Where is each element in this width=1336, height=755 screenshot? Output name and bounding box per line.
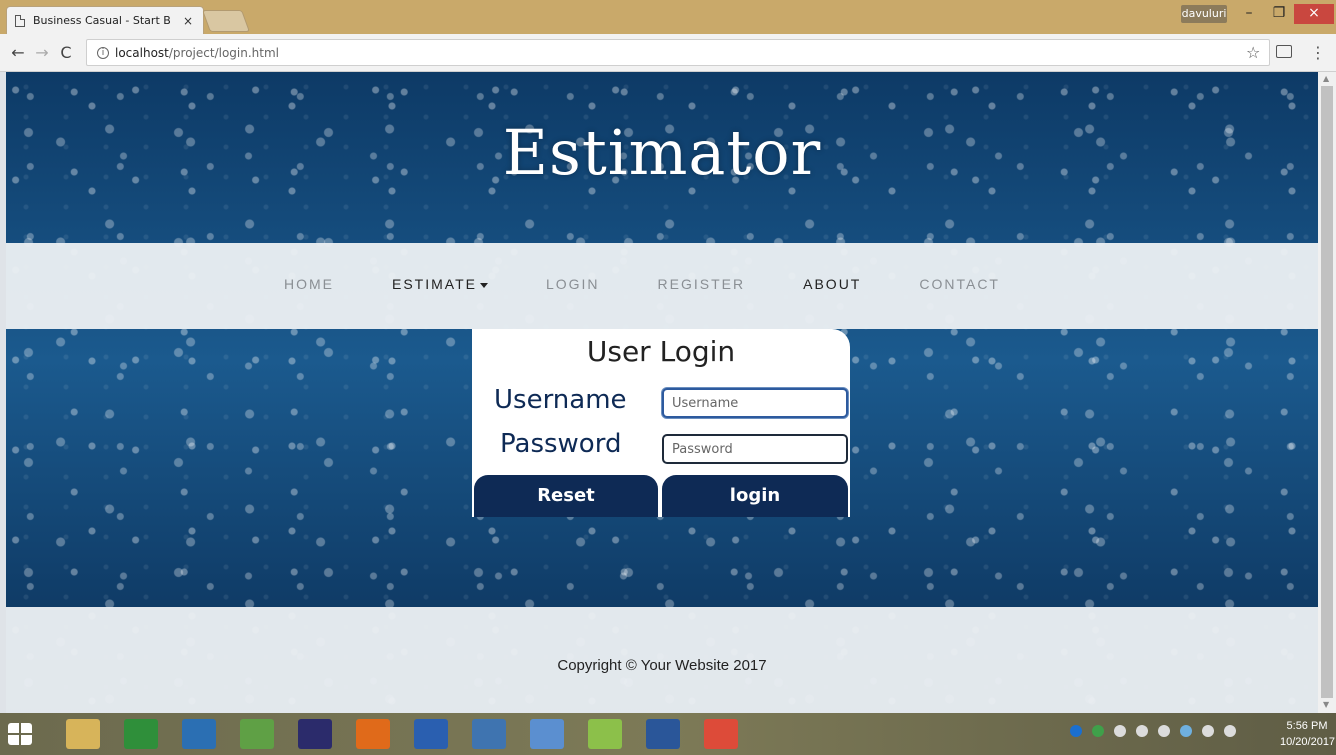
reload-button[interactable]: C bbox=[56, 43, 76, 62]
cast-icon[interactable] bbox=[1276, 45, 1292, 58]
nav-estimate[interactable]: ESTIMATE bbox=[392, 276, 488, 292]
file-explorer-icon[interactable] bbox=[66, 719, 100, 749]
username-input[interactable] bbox=[662, 388, 848, 418]
clock-time: 5:56 PM bbox=[1286, 720, 1328, 732]
back-button[interactable]: ← bbox=[8, 43, 28, 62]
signal-icon[interactable] bbox=[1136, 725, 1148, 737]
browser-toolbar: ← → C i localhost/project/login.html ☆ ⋮ bbox=[0, 34, 1336, 72]
close-tab-icon[interactable]: × bbox=[181, 14, 195, 28]
password-input[interactable] bbox=[662, 434, 848, 464]
address-bar[interactable]: i localhost/project/login.html bbox=[86, 39, 1270, 66]
caret-down-icon bbox=[479, 282, 488, 288]
flag-icon[interactable] bbox=[1114, 725, 1126, 737]
login-title: User Login bbox=[586, 335, 736, 368]
reset-button[interactable]: Reset bbox=[474, 475, 658, 517]
login-button[interactable]: login bbox=[662, 475, 848, 517]
login-form: User Login Username Password Reset login bbox=[472, 329, 850, 517]
notepad-icon[interactable] bbox=[530, 719, 564, 749]
nav-login[interactable]: LOGIN bbox=[546, 276, 600, 292]
browser-tab[interactable]: Business Casual - Start B × bbox=[6, 6, 204, 34]
page-viewport: Estimator HOME ESTIMATE LOGIN REGISTER A… bbox=[6, 72, 1318, 713]
battery-icon[interactable] bbox=[1224, 725, 1236, 737]
bookmark-star-icon[interactable]: ☆ bbox=[1246, 43, 1260, 62]
volume-icon[interactable] bbox=[1158, 725, 1170, 737]
main-nav: HOME ESTIMATE LOGIN REGISTER ABOUT CONTA… bbox=[6, 243, 1318, 329]
nav-estimate-label: ESTIMATE bbox=[392, 276, 477, 292]
onedrive-icon[interactable] bbox=[1070, 725, 1082, 737]
copyright-text: Copyright © Your Website 2017 bbox=[557, 657, 767, 674]
python-icon[interactable] bbox=[472, 719, 506, 749]
bluetooth-icon[interactable] bbox=[1180, 725, 1192, 737]
profile-badge[interactable]: davuluri bbox=[1181, 5, 1227, 23]
restore-button[interactable]: ❐ bbox=[1265, 4, 1293, 24]
password-label: Password bbox=[500, 429, 622, 459]
android-studio-icon[interactable] bbox=[240, 719, 274, 749]
new-tab-button[interactable] bbox=[201, 10, 251, 32]
forward-button[interactable]: → bbox=[32, 43, 52, 62]
r-icon[interactable] bbox=[414, 719, 448, 749]
header-banner: Estimator bbox=[6, 72, 1318, 243]
page-icon bbox=[15, 14, 25, 27]
url-path: /project/login.html bbox=[168, 45, 279, 60]
keyboard-icon[interactable] bbox=[1202, 725, 1214, 737]
username-label: Username bbox=[494, 385, 627, 415]
page-scrollbar[interactable]: ▲ ▼ bbox=[1318, 72, 1336, 713]
minimize-button[interactable]: – bbox=[1235, 4, 1263, 24]
page-footer: Copyright © Your Website 2017 bbox=[6, 607, 1318, 713]
word-icon[interactable] bbox=[646, 719, 680, 749]
site-title: Estimator bbox=[502, 116, 822, 189]
notepadpp-icon[interactable] bbox=[588, 719, 622, 749]
menu-icon[interactable]: ⋮ bbox=[1310, 43, 1326, 62]
scrollbar-thumb[interactable] bbox=[1321, 86, 1333, 698]
photos-icon[interactable] bbox=[182, 719, 216, 749]
store-icon[interactable] bbox=[124, 719, 158, 749]
nav-register[interactable]: REGISTER bbox=[658, 276, 746, 292]
windows-taskbar: 5:56 PM 10/20/2017 bbox=[0, 713, 1336, 755]
nav-about[interactable]: ABOUT bbox=[803, 276, 861, 292]
info-icon[interactable]: i bbox=[97, 46, 109, 59]
url-host: localhost bbox=[115, 45, 169, 60]
start-button[interactable] bbox=[8, 723, 32, 745]
close-window-button[interactable]: × bbox=[1294, 4, 1334, 24]
clock[interactable]: 5:56 PM 10/20/2017 bbox=[1280, 718, 1336, 750]
scroll-up-icon[interactable]: ▲ bbox=[1323, 74, 1329, 83]
clock-date: 10/20/2017 bbox=[1280, 736, 1336, 748]
firefox-icon[interactable] bbox=[356, 719, 390, 749]
nav-links: HOME ESTIMATE LOGIN REGISTER ABOUT CONTA… bbox=[284, 276, 1058, 292]
nav-contact[interactable]: CONTACT bbox=[919, 276, 1000, 292]
network-status-icon[interactable] bbox=[1092, 725, 1104, 737]
chrome-icon[interactable] bbox=[704, 719, 738, 749]
system-tray bbox=[1070, 725, 1236, 737]
tab-title: Business Casual - Start B bbox=[33, 14, 171, 27]
nav-home[interactable]: HOME bbox=[284, 276, 334, 292]
browser-titlebar: Business Casual - Start B × davuluri – ❐… bbox=[0, 0, 1336, 34]
eclipse-icon[interactable] bbox=[298, 719, 332, 749]
scroll-down-icon[interactable]: ▼ bbox=[1323, 700, 1329, 709]
